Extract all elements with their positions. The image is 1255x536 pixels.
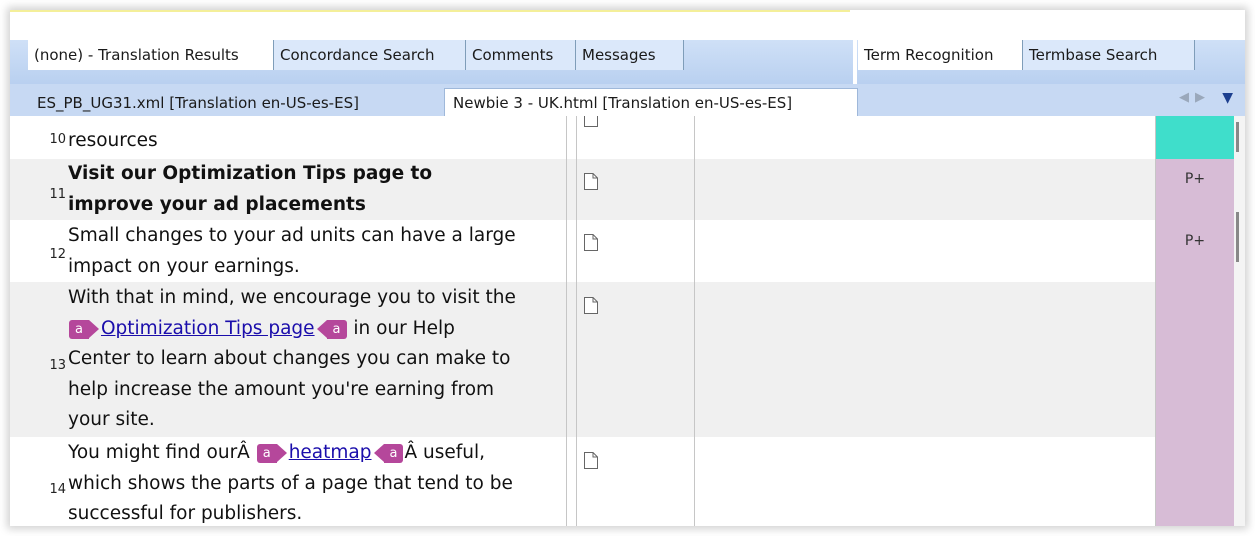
tag-open: a — [256, 444, 287, 463]
status-badge: P+ — [1184, 233, 1206, 249]
segment-number: 13 — [49, 358, 66, 373]
document-tab-strip: ES_PB_UG31.xml [Translation en-US-es-ES]… — [10, 84, 1245, 117]
tab-term-recognition[interactable]: Term Recognition — [858, 40, 1023, 70]
column-separator — [566, 116, 567, 526]
scrollbar-thumb[interactable] — [1236, 212, 1239, 262]
tab-termbase-search[interactable]: Termbase Search — [1023, 40, 1195, 70]
source-text: Small changes to your ad units can have … — [68, 225, 516, 277]
segment-number: 10 — [49, 132, 66, 147]
segment-number: 14 — [49, 482, 66, 497]
status-cell — [1156, 116, 1234, 159]
segment-row[interactable]: 14 You might find ourÂ a heatmap a Â useful… — [10, 437, 1245, 526]
panel-tab-strip: (none) - Translation Results Concordance… — [10, 40, 1245, 84]
status-cell — [1156, 159, 1234, 526]
doc-tab-es-pb-ug31[interactable]: ES_PB_UG31.xml [Translation en-US-es-ES] — [28, 88, 438, 116]
document-icon — [584, 173, 598, 190]
column-separator — [576, 116, 577, 526]
source-text: You might find ourÂ a heatmap a Â useful, w… — [68, 442, 513, 524]
link-heatmap[interactable]: heatmap — [289, 442, 372, 463]
editor-window: (none) - Translation Results Concordance… — [10, 10, 1245, 526]
segment-number: 12 — [49, 247, 66, 262]
document-icon — [584, 234, 598, 251]
doc-tab-newbie3[interactable]: Newbie 3 - UK.html [Translation en-US-es… — [444, 88, 858, 116]
tab-comments[interactable]: Comments — [466, 40, 576, 70]
segment-row[interactable]: 11 Visit our Optimization Tips page to i… — [10, 159, 1245, 220]
top-highlight-line — [10, 10, 850, 12]
status-badge: P+ — [1184, 171, 1206, 187]
tag-close: a — [316, 319, 347, 339]
segment-row[interactable]: 13 With that in mind, we encourage you t… — [10, 282, 1245, 437]
source-text: You can find more information on our onl… — [68, 116, 474, 151]
panel-divider — [853, 40, 857, 84]
document-icon — [584, 116, 598, 127]
chevron-down-icon[interactable]: ▼ — [1222, 90, 1233, 106]
link-optimization-tips[interactable]: Optimization Tips page — [101, 318, 315, 339]
tab-scroll-arrows-icon[interactable]: ◀▶ — [1179, 90, 1211, 105]
tab-messages[interactable]: Messages — [576, 40, 684, 70]
vertical-scrollbar[interactable] — [1234, 116, 1245, 526]
document-icon — [584, 452, 598, 469]
segment-row[interactable]: 12 Small changes to your ad units can ha… — [10, 220, 1245, 282]
tab-translation-results[interactable]: (none) - Translation Results — [28, 40, 274, 70]
tab-concordance-search[interactable]: Concordance Search — [274, 40, 466, 70]
scrollbar-thumb[interactable] — [1236, 122, 1239, 152]
source-text: Visit our Optimization Tips page to impr… — [68, 163, 433, 215]
source-text: With that in mind, we encourage you to v… — [68, 287, 516, 430]
tag-close: a — [373, 444, 404, 463]
document-icon — [584, 297, 598, 314]
segment-grid: 10 You can find more information on our … — [10, 116, 1245, 526]
column-separator — [694, 116, 695, 526]
tag-open: a — [69, 319, 99, 339]
segment-row[interactable]: 10 You can find more information on our … — [10, 116, 1245, 159]
segment-number: 11 — [49, 187, 66, 202]
